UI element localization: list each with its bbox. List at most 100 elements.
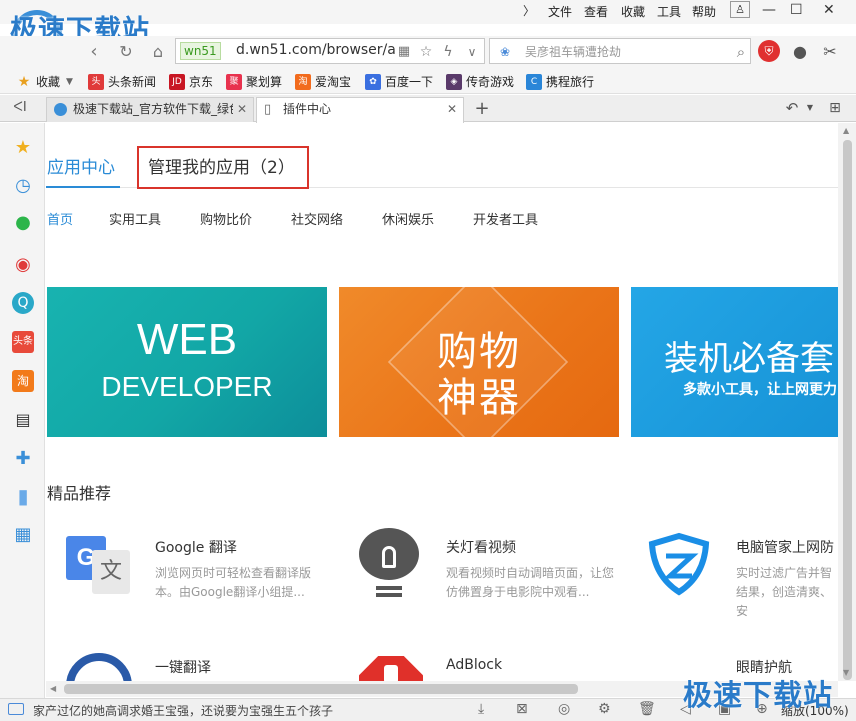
bookmark-juhuasuan[interactable]: 聚 聚划算 — [226, 73, 282, 90]
favorites-icon[interactable]: ★ — [12, 137, 34, 159]
tab-grid-icon[interactable]: ⊞ — [823, 96, 847, 120]
news-icon[interactable] — [8, 703, 24, 715]
close-tab-icon[interactable]: ✕ — [447, 98, 457, 121]
scroll-down-icon[interactable]: ▼ — [843, 668, 849, 677]
dropdown-icon[interactable]: ∨ — [460, 40, 484, 64]
bookmark-label: 京东 — [189, 75, 214, 89]
one-click-translate-icon[interactable] — [62, 653, 132, 681]
user-icon[interactable]: ♙ — [730, 1, 750, 18]
qrcode-icon[interactable]: ▦ — [392, 40, 416, 64]
tab-jisu[interactable]: 极速下载站_官方软件下载_绿色 ✕ — [46, 97, 254, 122]
category-social[interactable]: 社交网络 — [291, 209, 343, 228]
shield-icon[interactable]: ⛨ — [758, 40, 780, 62]
menu-file[interactable]: 文件 — [548, 3, 572, 20]
new-tab-icon[interactable]: + — [470, 97, 494, 121]
note-icon[interactable]: ▮ — [12, 485, 34, 507]
bookmark-label: 传奇游戏 — [466, 75, 515, 89]
adblock-icon[interactable] — [356, 653, 426, 681]
app-name-google-translate[interactable]: Google 翻译 — [155, 537, 237, 557]
close-tab-icon[interactable]: ✕ — [237, 98, 247, 121]
category-shopping[interactable]: 购物比价 — [200, 209, 252, 228]
banner-web-developer[interactable]: WEB DEVELOPER — [47, 287, 327, 437]
banner-essentials[interactable]: 装机必备套 多款小工具，让上网更力 — [631, 287, 838, 437]
lightning-icon[interactable]: ϟ — [436, 40, 460, 64]
bookmark-ctrip[interactable]: C 携程旅行 — [526, 73, 594, 90]
settings-gear-icon[interactable]: ⚙ — [598, 701, 611, 717]
tab-plugin-center[interactable]: ▯ 插件中心 ✕ — [256, 97, 464, 123]
bookmark-label: 收藏 — [36, 75, 61, 89]
lightbulb-icon[interactable] — [354, 528, 424, 598]
search-side-icon[interactable]: Q — [12, 292, 34, 314]
bulb-icon[interactable]: ● — [788, 40, 812, 64]
category-home[interactable]: 首页 — [47, 209, 73, 228]
page-icon: ▯ — [264, 102, 272, 117]
menu-help[interactable]: 帮助 — [692, 3, 716, 20]
menu-arrow-icon[interactable]: 〉 — [523, 2, 535, 19]
google-translate-icon[interactable]: G 文 — [62, 528, 132, 598]
gamepad-icon[interactable]: ✚ — [12, 448, 34, 470]
bookmark-toutiao[interactable]: 头 头条新闻 — [88, 73, 156, 90]
plugin-center-page: 应用中心 管理我的应用（2） 首页 实用工具 购物比价 社交网络 休闲娱乐 开发… — [46, 123, 838, 681]
tab-manage-apps[interactable]: 管理我的应用（2） — [148, 153, 295, 178]
maximize-icon[interactable]: ☐ — [790, 2, 803, 18]
app-desc-google-translate: 浏览网页时可轻松查看翻译版本。由Google翻译小组提... — [155, 566, 312, 599]
banner-title: 装机必备套 — [664, 339, 834, 379]
toutiao-icon: 头 — [88, 73, 104, 90]
video-icon[interactable]: ▤ — [12, 409, 34, 431]
bookmark-favorites[interactable]: ★ 收藏 ▼ — [16, 73, 73, 90]
calculator-icon[interactable]: ▦ — [12, 524, 34, 546]
app-desc-lights-off: 观看视频时自动调暗页面，让您仿佛置身于电影院中观看... — [446, 566, 615, 599]
favorite-star-icon[interactable]: ☆ — [414, 40, 438, 64]
screenshot-icon[interactable]: ⊠ — [516, 701, 528, 717]
banner-shopping[interactable]: 购物 神器 — [339, 287, 619, 437]
home-icon[interactable]: ⌂ — [146, 40, 170, 64]
menu-favorites[interactable]: 收藏 — [621, 3, 645, 20]
url-text[interactable]: d.wn51.com/browser/a — [236, 42, 396, 58]
trash-icon[interactable]: 🗑 — [638, 701, 656, 717]
tab-app-center[interactable]: 应用中心 — [47, 153, 115, 178]
scroll-up-icon[interactable]: ▲ — [843, 126, 849, 135]
category-developer[interactable]: 开发者工具 — [473, 209, 538, 228]
bookmark-jd[interactable]: JD 京东 — [169, 73, 213, 90]
download-icon[interactable]: ⤓ — [478, 701, 484, 717]
chevron-down-icon: ▼ — [66, 76, 73, 87]
undo-dropdown-icon[interactable]: ▼ — [798, 96, 822, 120]
horizontal-scroll-thumb[interactable] — [64, 684, 578, 694]
search-icon[interactable]: ⌕ — [729, 40, 753, 64]
vertical-scroll-thumb[interactable] — [843, 140, 852, 680]
scroll-left-icon[interactable]: ◀ — [50, 684, 56, 693]
search-input[interactable]: 吴彦祖车辆遭抢劫 — [525, 43, 621, 60]
toutiao-side-icon[interactable]: 头条 — [12, 331, 34, 353]
status-news-text[interactable]: 家产过亿的她高调求婚王宝强，还说要为宝强生五个孩子 — [33, 702, 333, 719]
menu-view[interactable]: 查看 — [584, 3, 608, 20]
banner-subtitle: 神器 — [437, 375, 521, 421]
game-icon: ◈ — [446, 73, 462, 90]
app-name-lights-off[interactable]: 关灯看视频 — [446, 537, 516, 557]
banner-subtitle: 多款小工具，让上网更力 — [683, 382, 837, 398]
bookmark-baidu[interactable]: ✿ 百度一下 — [365, 73, 433, 90]
scissors-icon[interactable]: ✂ — [818, 40, 842, 64]
category-leisure[interactable]: 休闲娱乐 — [382, 209, 434, 228]
bookmark-taobao[interactable]: 淘 爱淘宝 — [295, 73, 351, 90]
app-name-pc-manager[interactable]: 电脑管家上网防 — [736, 537, 834, 557]
security-badge[interactable]: wn51 — [180, 42, 221, 60]
minimize-icon[interactable]: — — [762, 2, 776, 18]
banner-subtitle: DEVELOPER — [101, 371, 273, 402]
bookmark-game[interactable]: ◈ 传奇游戏 — [446, 73, 514, 90]
taobao-side-icon[interactable]: 淘 — [12, 370, 34, 392]
close-window-icon[interactable]: ✕ — [823, 2, 835, 18]
sidebar-toggle-icon[interactable]: ᐸI — [8, 96, 32, 120]
app-name-adblock[interactable]: AdBlock — [446, 657, 502, 673]
wechat-icon[interactable]: ● — [12, 212, 34, 234]
weibo-icon[interactable]: ◉ — [12, 254, 34, 276]
menu-tools[interactable]: 工具 — [657, 3, 681, 20]
back-icon[interactable]: ‹ — [82, 40, 106, 64]
watermark-bottom: 极速下载站 — [683, 678, 834, 712]
browser-icon[interactable]: ◎ — [558, 701, 570, 717]
shield-logo-icon[interactable] — [644, 528, 714, 598]
paw-icon: ❀ — [499, 45, 511, 59]
category-tools[interactable]: 实用工具 — [109, 209, 161, 228]
refresh-icon[interactable]: ↻ — [114, 40, 138, 64]
app-name-one-click-translate[interactable]: 一键翻译 — [155, 657, 211, 677]
history-icon[interactable]: ◷ — [12, 175, 34, 197]
